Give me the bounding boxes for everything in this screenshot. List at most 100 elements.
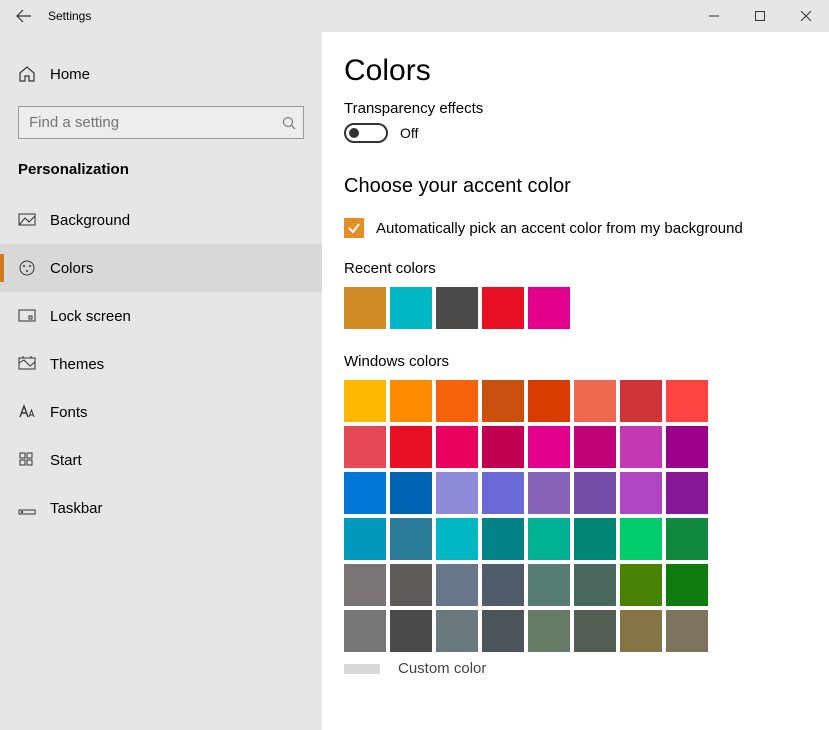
windows-colors-label: Windows colors [344, 353, 799, 370]
windows-color-swatch[interactable] [528, 472, 570, 514]
recent-color-swatch[interactable] [390, 287, 432, 329]
windows-color-swatch[interactable] [436, 518, 478, 560]
windows-color-swatch[interactable] [344, 518, 386, 560]
taskbar-icon [18, 499, 36, 517]
windows-color-swatch[interactable] [436, 426, 478, 468]
sidebar-item-label: Taskbar [50, 500, 103, 517]
sidebar-item-taskbar[interactable]: Taskbar [0, 484, 322, 532]
windows-color-swatch[interactable] [666, 472, 708, 514]
windows-color-swatch[interactable] [528, 426, 570, 468]
windows-color-swatch[interactable] [620, 380, 662, 422]
windows-color-swatch[interactable] [666, 564, 708, 606]
choose-accent-heading: Choose your accent color [344, 175, 799, 198]
maximize-button[interactable] [737, 0, 783, 32]
search-input[interactable] [18, 106, 304, 139]
window-title: Settings [48, 9, 91, 23]
windows-color-swatch[interactable] [390, 518, 432, 560]
custom-color-swatch[interactable] [344, 664, 380, 674]
windows-color-swatch[interactable] [390, 564, 432, 606]
transparency-toggle[interactable] [344, 123, 388, 143]
windows-color-swatch[interactable] [436, 610, 478, 652]
category-heading: Personalization [0, 147, 322, 196]
windows-color-swatch[interactable] [666, 426, 708, 468]
windows-color-swatch[interactable] [528, 380, 570, 422]
windows-color-swatch[interactable] [344, 564, 386, 606]
start-icon [18, 451, 36, 469]
sidebar-item-label: Themes [50, 356, 104, 373]
sidebar-item-label: Lock screen [50, 308, 131, 325]
windows-color-swatch[interactable] [436, 564, 478, 606]
windows-color-swatch[interactable] [620, 518, 662, 560]
windows-color-swatch[interactable] [620, 564, 662, 606]
minimize-button[interactable] [691, 0, 737, 32]
sidebar-item-label: Colors [50, 260, 93, 277]
windows-color-swatch[interactable] [390, 472, 432, 514]
auto-pick-label: Automatically pick an accent color from … [376, 220, 743, 237]
close-button[interactable] [783, 0, 829, 32]
sidebar-item-fonts[interactable]: Fonts [0, 388, 322, 436]
sidebar-item-lock-screen[interactable]: Lock screen [0, 292, 322, 340]
minimize-icon [709, 11, 719, 21]
windows-color-swatch[interactable] [482, 564, 524, 606]
transparency-label: Transparency effects [344, 100, 799, 117]
sidebar-item-colors[interactable]: Colors [0, 244, 322, 292]
windows-color-swatch[interactable] [482, 472, 524, 514]
maximize-icon [755, 11, 765, 21]
recent-color-swatch[interactable] [344, 287, 386, 329]
windows-color-swatch[interactable] [436, 472, 478, 514]
themes-icon [18, 355, 36, 373]
recent-color-swatch[interactable] [482, 287, 524, 329]
sidebar-item-label: Background [50, 212, 130, 229]
windows-color-swatch[interactable] [666, 518, 708, 560]
lock-screen-icon [18, 307, 36, 325]
windows-color-swatch[interactable] [574, 610, 616, 652]
main-content: Colors Transparency effects Off Choose y… [322, 32, 829, 730]
fonts-icon [18, 403, 36, 421]
windows-color-swatch[interactable] [620, 610, 662, 652]
auto-pick-checkbox[interactable] [344, 218, 364, 238]
auto-pick-row[interactable]: Automatically pick an accent color from … [344, 218, 799, 238]
windows-color-swatch[interactable] [528, 518, 570, 560]
arrow-left-icon [16, 8, 32, 24]
windows-color-swatch[interactable] [574, 380, 616, 422]
windows-color-swatch[interactable] [390, 610, 432, 652]
windows-color-swatch[interactable] [482, 380, 524, 422]
background-icon [18, 211, 36, 229]
recent-colors-row [344, 287, 724, 329]
sidebar-item-start[interactable]: Start [0, 436, 322, 484]
windows-color-swatch[interactable] [482, 426, 524, 468]
windows-color-swatch[interactable] [528, 564, 570, 606]
windows-color-swatch[interactable] [344, 472, 386, 514]
windows-color-swatch[interactable] [620, 472, 662, 514]
windows-color-swatch[interactable] [666, 610, 708, 652]
colors-icon [18, 259, 36, 277]
recent-color-swatch[interactable] [528, 287, 570, 329]
transparency-state: Off [400, 125, 418, 141]
windows-color-swatch[interactable] [482, 518, 524, 560]
windows-color-swatch[interactable] [574, 518, 616, 560]
sidebar-item-themes[interactable]: Themes [0, 340, 322, 388]
windows-color-swatch[interactable] [574, 426, 616, 468]
windows-color-swatch[interactable] [574, 564, 616, 606]
windows-color-swatch[interactable] [390, 380, 432, 422]
windows-color-swatch[interactable] [390, 426, 432, 468]
page-title: Colors [344, 54, 799, 88]
windows-color-swatch[interactable] [482, 610, 524, 652]
sidebar: Home Personalization Background Colors Loc… [0, 32, 322, 730]
close-icon [801, 11, 811, 21]
checkmark-icon [347, 221, 361, 235]
back-button[interactable] [0, 0, 48, 32]
recent-color-swatch[interactable] [436, 287, 478, 329]
windows-color-swatch[interactable] [344, 380, 386, 422]
windows-color-swatch[interactable] [344, 426, 386, 468]
windows-color-swatch[interactable] [666, 380, 708, 422]
windows-color-swatch[interactable] [344, 610, 386, 652]
windows-color-swatch[interactable] [436, 380, 478, 422]
sidebar-item-label: Start [50, 452, 82, 469]
titlebar: Settings [0, 0, 829, 32]
windows-color-swatch[interactable] [528, 610, 570, 652]
sidebar-item-background[interactable]: Background [0, 196, 322, 244]
windows-color-swatch[interactable] [620, 426, 662, 468]
home-link[interactable]: Home [0, 52, 322, 96]
windows-color-swatch[interactable] [574, 472, 616, 514]
